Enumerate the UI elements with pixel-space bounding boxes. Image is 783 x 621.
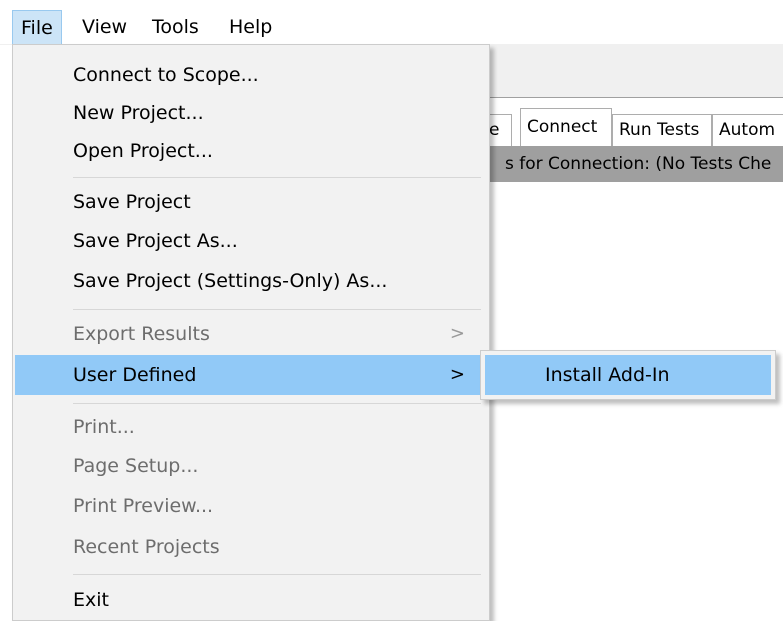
menu-separator (73, 574, 481, 575)
file-menu-dropdown: Connect to Scope... New Project... Open … (12, 44, 490, 621)
toolbar-area (490, 44, 783, 98)
menu-item-connect-to-scope[interactable]: Connect to Scope... (15, 55, 487, 95)
menu-item-exit[interactable]: Exit (15, 580, 487, 620)
menu-separator (73, 177, 481, 178)
menu-item-print-preview[interactable]: Print Preview... (15, 486, 487, 526)
menu-tools[interactable]: Tools (144, 10, 207, 44)
chevron-right-icon: > (449, 323, 465, 344)
menu-separator (73, 403, 481, 404)
menu-item-label: User Defined (73, 364, 197, 386)
menu-item-export-results[interactable]: Export Results > (15, 314, 487, 354)
menu-item-label: Export Results (73, 323, 210, 345)
user-defined-submenu: Install Add-In (480, 350, 776, 400)
toolbar-divider (490, 97, 783, 98)
menu-item-save-project[interactable]: Save Project (15, 182, 487, 222)
menu-item-new-project[interactable]: New Project... (15, 93, 487, 133)
menu-item-print[interactable]: Print... (15, 407, 487, 447)
menu-item-page-setup[interactable]: Page Setup... (15, 446, 487, 486)
menu-item-save-project-as[interactable]: Save Project As... (15, 221, 487, 261)
menu-bar: File View Tools Help (0, 0, 783, 45)
menu-file[interactable]: File (12, 10, 62, 44)
menu-item-save-project-settings-only-as[interactable]: Save Project (Settings-Only) As... (15, 261, 487, 301)
tests-status-bar: s for Connection: (No Tests Che (490, 146, 783, 182)
chevron-right-icon: > (449, 364, 465, 385)
tab-connect[interactable]: Connect (520, 108, 612, 146)
menu-item-recent-projects[interactable]: Recent Projects (15, 527, 487, 567)
menu-view[interactable]: View (74, 10, 135, 44)
menu-item-open-project[interactable]: Open Project... (15, 131, 487, 171)
tests-status-text: s for Connection: (No Tests Che (505, 154, 772, 174)
menu-separator (73, 309, 481, 310)
menu-item-user-defined[interactable]: User Defined > (15, 355, 487, 395)
tab-run-tests[interactable]: Run Tests (612, 114, 712, 146)
menu-item-install-add-in[interactable]: Install Add-In (485, 355, 771, 395)
menu-help[interactable]: Help (221, 10, 280, 44)
tab-strip: e Connect Run Tests Autom (482, 108, 783, 146)
tab-automation[interactable]: Autom (712, 114, 783, 146)
